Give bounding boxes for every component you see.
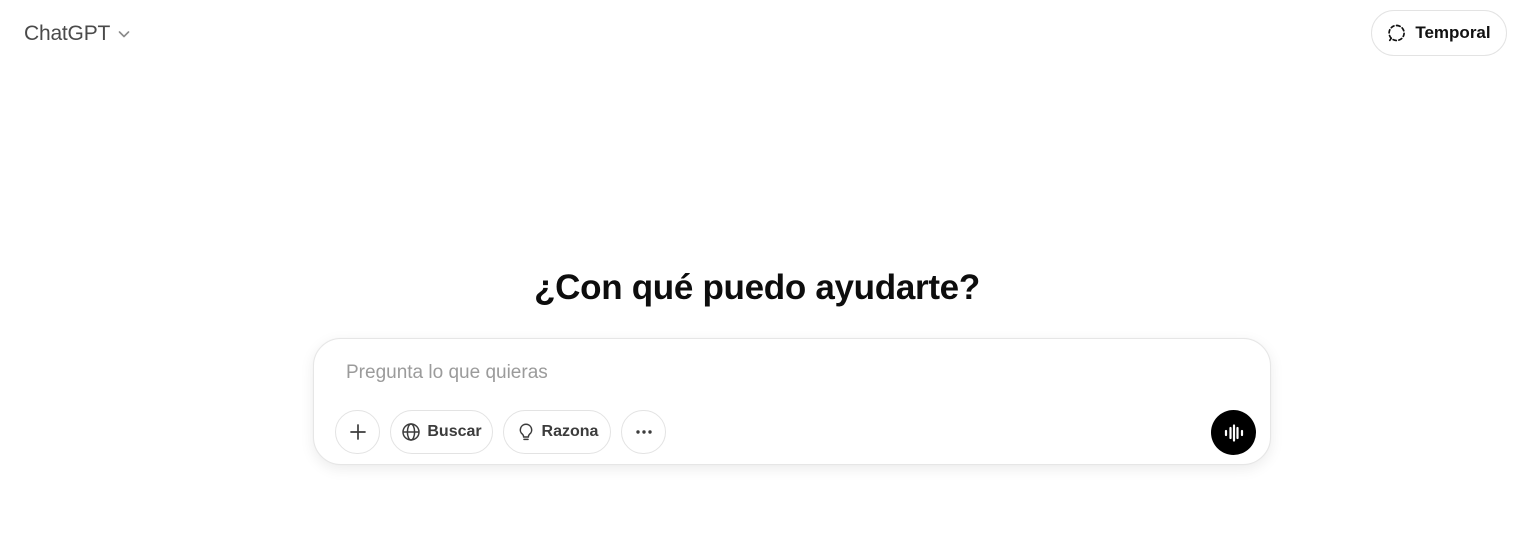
temporary-chat-button[interactable]: Temporal xyxy=(1371,10,1507,56)
more-horizontal-icon xyxy=(634,422,654,442)
search-button[interactable]: Buscar xyxy=(390,410,493,454)
attach-button[interactable] xyxy=(335,410,380,454)
voice-waveform-icon xyxy=(1223,422,1245,444)
prompt-input[interactable] xyxy=(346,359,1226,387)
globe-icon xyxy=(401,422,421,442)
chat-page: ChatGPT Temporal ¿Con qué puedo ayudarte… xyxy=(0,0,1514,560)
search-button-label: Buscar xyxy=(427,423,482,440)
voice-mode-button[interactable] xyxy=(1211,410,1256,455)
reason-button[interactable]: Razona xyxy=(503,410,611,454)
dashed-chat-bubble-icon xyxy=(1387,23,1407,43)
model-selector[interactable]: ChatGPT xyxy=(14,14,142,54)
temporary-chat-label: Temporal xyxy=(1415,23,1491,42)
chevron-down-icon xyxy=(116,26,132,42)
plus-icon xyxy=(348,422,368,442)
lightbulb-icon xyxy=(516,422,536,442)
page-title: ¿Con qué puedo ayudarte? xyxy=(534,268,980,307)
model-name: ChatGPT xyxy=(24,22,111,45)
reason-button-label: Razona xyxy=(541,423,599,440)
more-tools-button[interactable] xyxy=(621,410,666,454)
composer: Buscar Razona xyxy=(313,338,1271,465)
